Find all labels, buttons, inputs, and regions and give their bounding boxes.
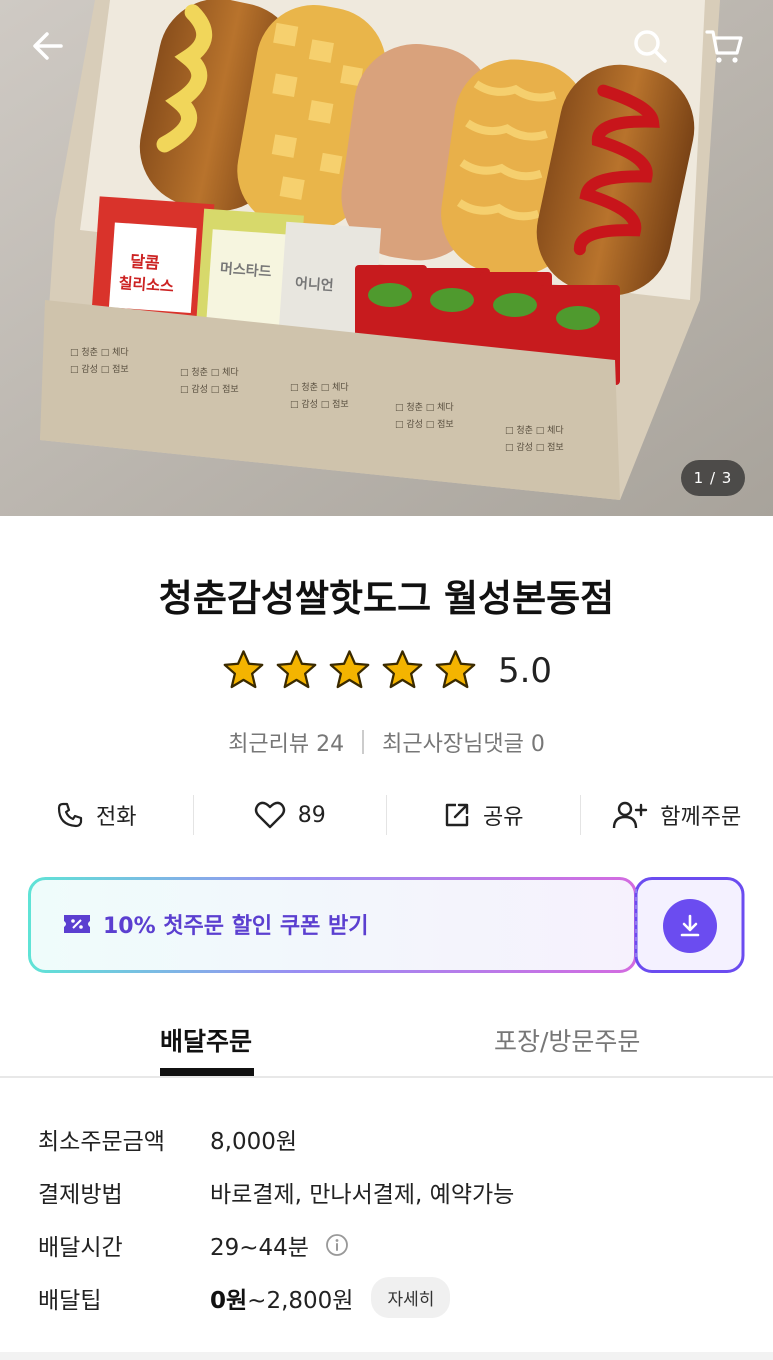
share-button[interactable]: 공유: [386, 795, 580, 835]
tip-detail-button[interactable]: 자세히: [371, 1277, 451, 1318]
delivery-tip-max: ~2,800원: [247, 1287, 354, 1314]
share-icon: [445, 803, 469, 827]
like-button[interactable]: 89: [192, 795, 387, 835]
store-hero-image[interactable]: 달콤 칠리소스 머스타드 어니언 □ 청춘 □ 체다 □ 감성 □ 점보 □ 청춘…: [0, 0, 773, 516]
tab-delivery[interactable]: 배달주문: [160, 1022, 252, 1058]
svg-text:□ 청춘 □ 체다: □ 청춘 □ 체다: [505, 425, 564, 436]
delivery-tip-label: 배달팁: [38, 1287, 102, 1314]
recent-review-link[interactable]: 최근리뷰 24: [228, 726, 344, 758]
group-order-button[interactable]: 함께주문: [579, 795, 773, 835]
svg-text:□ 청춘 □ 체다: □ 청춘 □ 체다: [180, 367, 239, 378]
min-order-value: 8,000원: [210, 1128, 298, 1155]
svg-text:□ 청춘 □ 체다: □ 청춘 □ 체다: [290, 382, 349, 393]
delivery-time-row: 배달시간 29~44분: [38, 1218, 738, 1271]
phone-icon: [57, 802, 83, 828]
call-label: 전화: [96, 805, 137, 830]
coupon-icon: [64, 915, 90, 933]
star-icon: [435, 650, 476, 689]
rating-value: 5.0: [497, 650, 553, 691]
tab-pickup[interactable]: 포장/방문주문: [494, 1022, 640, 1058]
svg-text:□ 청춘 □ 체다: □ 청춘 □ 체다: [70, 347, 129, 358]
star-icon: [329, 650, 370, 689]
section-divider: [0, 1352, 773, 1360]
add-user-icon: [613, 801, 648, 829]
star-icon: [382, 650, 423, 689]
group-order-label: 함께주문: [660, 805, 742, 830]
coupon-download-button[interactable]: [663, 899, 717, 953]
info-icon[interactable]: [325, 1233, 349, 1257]
delivery-time-value-wrap: 29~44분: [210, 1228, 349, 1262]
svg-text:달콤: 달콤: [130, 252, 161, 273]
store-action-bar: 전화 89 공유 함께주문: [0, 790, 773, 840]
delivery-time-value: 29~44분: [210, 1234, 309, 1261]
svg-text:칠리소스: 칠리소스: [118, 274, 175, 296]
star-icon: [276, 650, 317, 689]
search-icon: [634, 30, 667, 63]
owner-reply-link[interactable]: 최근사장님댓글 0: [382, 726, 545, 758]
back-button[interactable]: [20, 18, 76, 74]
svg-text:□ 감성 □ 점보: □ 감성 □ 점보: [290, 398, 349, 410]
search-button[interactable]: [622, 18, 678, 74]
min-order-label: 최소주문금액: [38, 1128, 165, 1155]
divider: [362, 730, 365, 754]
delivery-tip-row: 배달팁 0원~2,800원 자세히: [38, 1271, 738, 1324]
svg-text:□ 청춘 □ 체다: □ 청춘 □ 체다: [395, 402, 454, 413]
active-tab-indicator: [160, 1068, 254, 1076]
rating-row[interactable]: 5.0: [0, 648, 773, 693]
hotdog-box-photo: 달콤 칠리소스 머스타드 어니언 □ 청춘 □ 체다□ 감성 □ 점보 □ 청춘…: [0, 0, 773, 516]
delivery-tip-value: 0원~2,800원 자세히: [210, 1277, 451, 1318]
back-arrow-icon: [33, 32, 63, 60]
svg-text:□ 감성 □ 점보: □ 감성 □ 점보: [395, 418, 454, 430]
coupon-label: 10% 첫주문 할인 쿠폰 받기: [103, 914, 369, 939]
payment-value: 바로결제, 만나서결제, 예약가능: [210, 1181, 515, 1208]
min-order-row: 최소주문금액 8,000원: [38, 1112, 738, 1165]
call-button[interactable]: 전화: [0, 795, 193, 835]
star-icon: [223, 650, 264, 689]
delivery-time-label: 배달시간: [38, 1234, 123, 1261]
review-summary: 최근리뷰 24 최근사장님댓글 0: [0, 726, 773, 758]
payment-label: 결제방법: [38, 1181, 123, 1208]
svg-text:어니언: 어니언: [294, 275, 334, 295]
like-count: 89: [297, 802, 326, 828]
delivery-info: 최소주문금액 8,000원 결제방법 바로결제, 만나서결제, 예약가능 배달시…: [38, 1112, 738, 1324]
svg-text:□ 감성 □ 점보: □ 감성 □ 점보: [505, 441, 564, 453]
cart-icon: [705, 30, 743, 63]
image-page-counter: 1 / 3: [681, 460, 745, 496]
download-icon: [680, 914, 700, 937]
payment-row: 결제방법 바로결제, 만나서결제, 예약가능: [38, 1165, 738, 1218]
store-name: 청춘감성쌀핫도그 월성본동점: [158, 577, 615, 620]
svg-text:□ 감성 □ 점보: □ 감성 □ 점보: [70, 363, 129, 375]
cart-button[interactable]: [696, 18, 752, 74]
share-label: 공유: [483, 805, 524, 830]
heart-icon: [254, 801, 285, 829]
delivery-tip-min: 0원: [210, 1287, 248, 1314]
order-type-tabs: 배달주문 포장/방문주문: [0, 1012, 773, 1078]
svg-text:□ 감성 □ 점보: □ 감성 □ 점보: [180, 383, 239, 395]
